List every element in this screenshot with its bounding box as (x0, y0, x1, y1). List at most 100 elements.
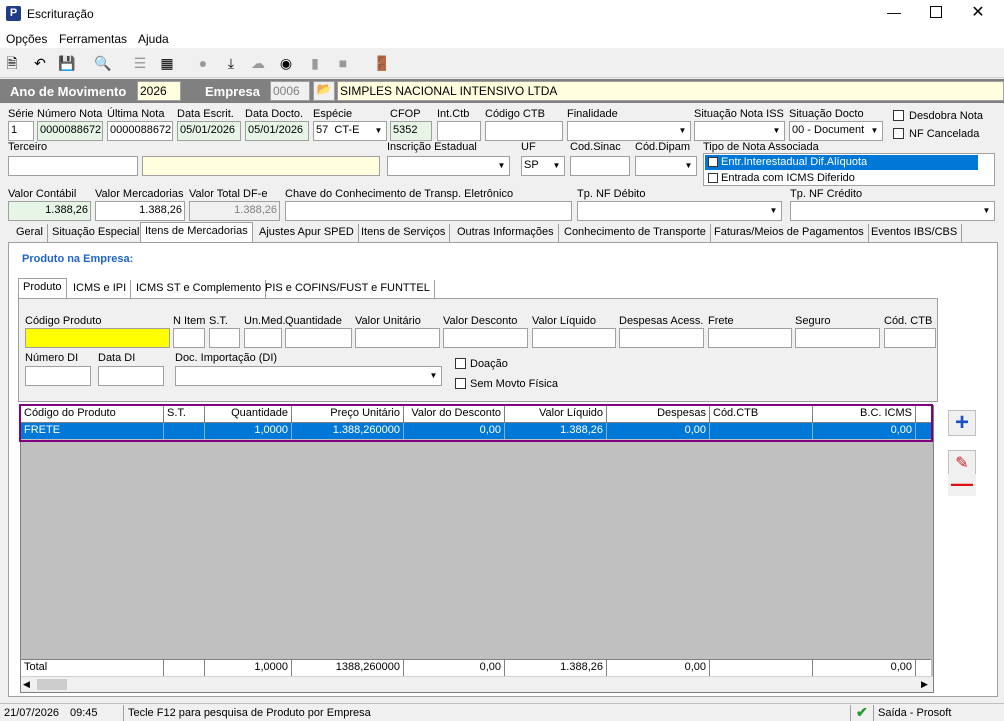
apple-icon[interactable]: ● (193, 54, 213, 72)
valor-liquido-input[interactable] (532, 328, 616, 348)
grid-header-cell[interactable]: S.T. (164, 406, 205, 422)
int-ctb-input[interactable] (437, 121, 481, 141)
chevron-down-icon[interactable]: ▼ (766, 202, 781, 220)
especie-select[interactable]: 57 CT-E ▼ (313, 121, 387, 141)
tipo-nota-list[interactable]: Entr.Interestadual Dif.Alíquota Entrada … (703, 153, 995, 186)
tab-itens-mercadorias[interactable]: Itens de Mercadorias (140, 222, 253, 242)
tipo-nota-item[interactable]: Entr.Interestadual Dif.Alíquota (705, 155, 978, 170)
situacao-docto-select[interactable]: 00 - Document ▼ (789, 121, 883, 141)
grid-header-cell[interactable]: B.C. ICMS (813, 406, 916, 422)
cod-dipam-select[interactable]: ▼ (635, 156, 697, 176)
valor-contabil-input[interactable]: 1.388,26 (8, 201, 91, 221)
un-med-input[interactable] (244, 328, 282, 348)
ptab-produto[interactable]: Produto (18, 278, 67, 298)
menu-opcoes[interactable]: Opções (6, 32, 47, 46)
finalidade-select[interactable]: ▼ (567, 121, 691, 141)
grid-header-cell[interactable]: Valor Líquido (505, 406, 607, 422)
menu-ajuda[interactable]: Ajuda (138, 32, 169, 46)
tab-faturas[interactable]: Faturas/Meios de Pagamentos (710, 224, 869, 242)
chevron-down-icon[interactable]: ▼ (675, 122, 690, 140)
ano-input[interactable]: 2026 (137, 81, 181, 101)
save-icon[interactable]: 💾 (57, 54, 77, 72)
grid-header-cell[interactable]: Quantidade (205, 406, 292, 422)
ptab-icms-ipi[interactable]: ICMS e IPI (69, 280, 132, 298)
tipo-nota-item[interactable]: Entrada com ICMS Diferido (705, 171, 978, 186)
tab-geral[interactable]: Geral (12, 224, 48, 242)
valor-desconto-input[interactable] (443, 328, 528, 348)
cod-sinac-input[interactable] (570, 156, 630, 176)
frete-input[interactable] (708, 328, 792, 348)
tp-debito-select[interactable]: ▼ (577, 201, 782, 221)
tab-eventos-ibs[interactable]: Eventos IBS/CBS (867, 224, 963, 242)
menu-ferramentas[interactable]: Ferramentas (59, 32, 127, 46)
st-input[interactable] (209, 328, 240, 348)
square-icon[interactable]: ■ (333, 54, 353, 72)
preview-icon[interactable]: 🔍 (93, 54, 113, 72)
add-item-button[interactable]: + (948, 410, 976, 436)
inscricao-select[interactable]: ▼ (387, 156, 510, 176)
quantidade-input[interactable] (285, 328, 352, 348)
doacao-checkbox[interactable] (455, 358, 466, 369)
empresa-code[interactable]: 0006 (270, 81, 310, 101)
serie-input[interactable]: 1 (8, 121, 34, 141)
tree-icon[interactable]: ☰ (130, 54, 150, 72)
ptab-pis-cofins[interactable]: PIS e COFINS/FUST e FUNTTEL (261, 280, 435, 298)
data-docto-input[interactable]: 05/01/2026 (245, 121, 309, 141)
valor-total-dfe-input[interactable]: 1.388,26 (189, 201, 280, 221)
minimize-icon[interactable]: — (886, 4, 902, 20)
situacao-iss-select[interactable]: ▼ (694, 121, 785, 141)
chevron-down-icon[interactable]: ▼ (371, 122, 386, 140)
data-escrit-input[interactable]: 05/01/2026 (177, 121, 241, 141)
ultima-nota-input[interactable]: 0000088672 (107, 121, 173, 141)
terceiro-code-input[interactable] (8, 156, 138, 176)
tab-conhecimento-transporte[interactable]: Conhecimento de Transporte (560, 224, 711, 242)
scroll-right-icon[interactable]: ▶ (921, 679, 928, 690)
grid-header-cell[interactable]: Preço Unitário (292, 406, 404, 422)
chevron-down-icon[interactable]: ▼ (426, 367, 441, 385)
chevron-down-icon[interactable]: ▼ (494, 157, 509, 175)
ptab-icms-st[interactable]: ICMS ST e Complemento (132, 280, 267, 298)
split-icon[interactable]: ▮ (305, 54, 325, 72)
cloud-icon[interactable]: ☁ (248, 54, 268, 72)
empresa-name[interactable]: SIMPLES NACIONAL INTENSIVO LTDA (337, 81, 1004, 101)
numero-di-input[interactable] (25, 366, 91, 386)
doc-importacao-select[interactable]: ▼ (175, 366, 442, 386)
desdobra-checkbox[interactable] (893, 110, 904, 121)
exit-door-icon[interactable]: 🚪 (372, 54, 392, 72)
n-item-input[interactable] (173, 328, 205, 348)
cib-icon[interactable]: ◉ (276, 54, 296, 72)
chevron-down-icon[interactable]: ▼ (979, 202, 994, 220)
scroll-left-icon[interactable]: ◀ (23, 679, 30, 690)
valor-mercadorias-input[interactable]: 1.388,26 (95, 201, 185, 221)
codigo-ctb-input[interactable] (485, 121, 563, 141)
table-row[interactable]: FRETE 1,0000 1.388,260000 0,00 1.388,26 … (21, 423, 931, 439)
chevron-down-icon[interactable]: ▼ (549, 157, 564, 175)
grid-header-cell[interactable]: Valor do Desconto (404, 406, 505, 422)
sem-movto-checkbox[interactable] (455, 378, 466, 389)
maximize-icon[interactable] (930, 6, 942, 18)
undo-icon[interactable]: ↶ (30, 54, 50, 72)
grid-header-cell[interactable]: Despesas (607, 406, 710, 422)
tab-situacao-especial[interactable]: Situação Especial (48, 224, 145, 242)
remove-item-button[interactable]: — (948, 473, 976, 496)
seguro-input[interactable] (795, 328, 880, 348)
calculator-icon[interactable]: ▦ (157, 54, 177, 72)
numero-nota-input[interactable]: 0000088672 (37, 121, 103, 141)
grid-header-cell[interactable]: Cód.CTB (710, 406, 813, 422)
despesas-input[interactable] (619, 328, 704, 348)
tipo-nota-checkbox[interactable] (708, 173, 718, 183)
valor-unitario-input[interactable] (355, 328, 440, 348)
items-grid[interactable] (20, 405, 934, 693)
tab-itens-servicos[interactable]: Itens de Serviços (357, 224, 451, 242)
chave-input[interactable] (285, 201, 572, 221)
horizontal-scrollbar[interactable]: ◀ ▶ (21, 676, 933, 692)
uf-select[interactable]: SP ▼ (521, 156, 565, 176)
terceiro-name-input[interactable] (142, 156, 380, 176)
chevron-down-icon[interactable]: ▼ (681, 157, 696, 175)
download-icon[interactable]: ⤓ (221, 54, 241, 72)
cfop-input[interactable]: 5352 (390, 121, 432, 141)
codigo-produto-input[interactable] (25, 328, 170, 348)
tp-credito-select[interactable]: ▼ (790, 201, 995, 221)
tab-outras-informacoes[interactable]: Outras Informações (453, 224, 559, 242)
new-icon[interactable]: 🗎 (2, 54, 22, 72)
